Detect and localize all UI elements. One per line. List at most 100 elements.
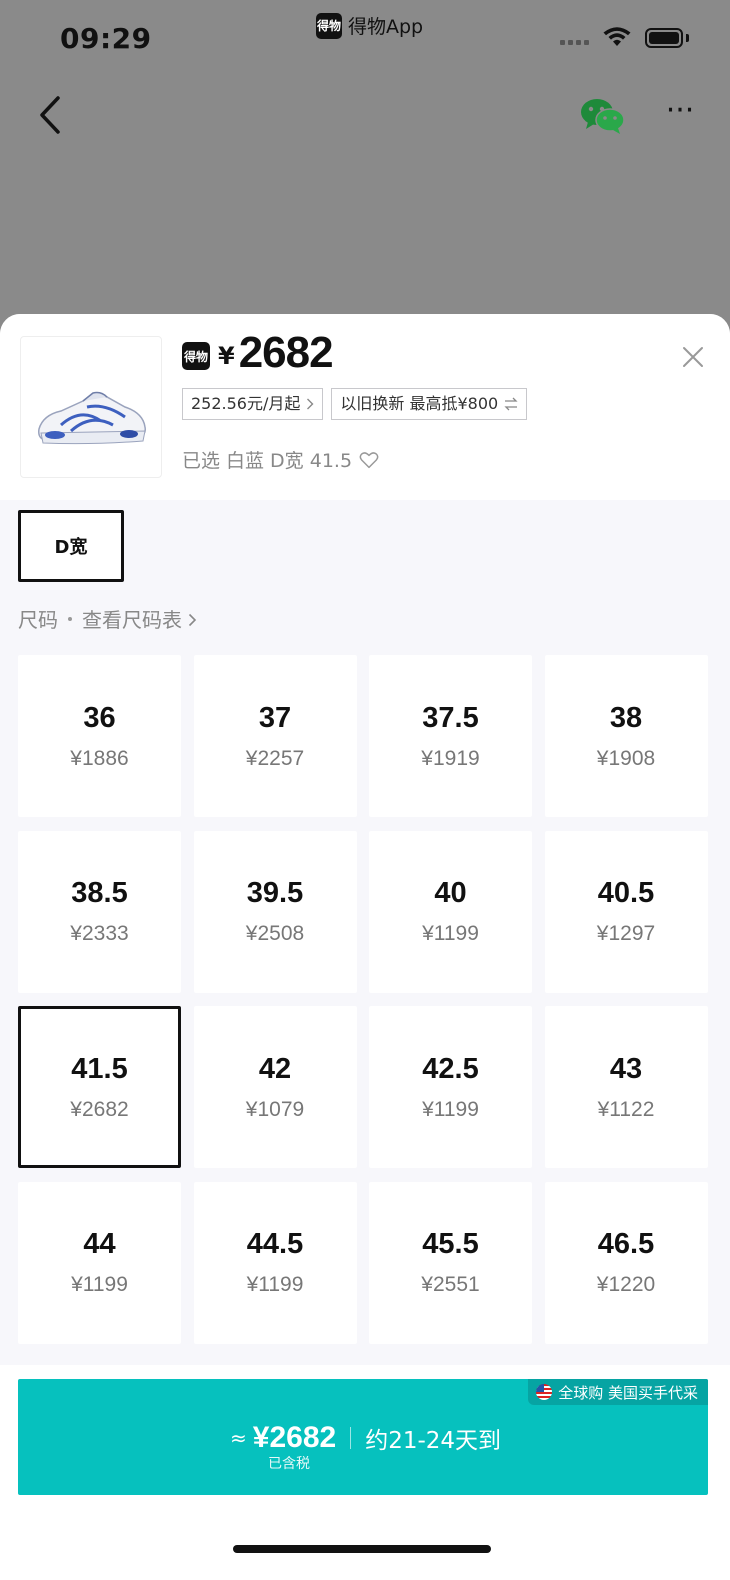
delivery-estimate: 约21-24天到 — [365, 1428, 502, 1454]
tax-included-note: 已含税 — [268, 1456, 310, 1472]
signal-icon — [560, 40, 589, 45]
size-value: 42.5 — [422, 1052, 479, 1085]
more-button[interactable]: ··· — [660, 96, 700, 136]
size-option-39-5[interactable]: 39.5 ¥2508 — [193, 830, 357, 993]
size-option-44-5[interactable]: 44.5 ¥1199 — [193, 1181, 357, 1344]
app-name: 得物App — [348, 16, 424, 38]
size-value: 38 — [609, 701, 643, 734]
app-logo-icon: 得物 — [316, 12, 342, 39]
size-option-37-5[interactable]: 37.5 ¥1919 — [369, 655, 532, 817]
buy-price: ¥2682 — [252, 1421, 337, 1454]
size-price: ¥1199 — [422, 1097, 479, 1121]
sneaker-image — [38, 391, 146, 445]
size-option-40[interactable]: 40 ¥1199 — [369, 830, 532, 993]
price-row: 得物 ¥ 2682 — [182, 328, 334, 378]
chevron-right-icon — [307, 398, 314, 410]
size-value: 37.5 — [422, 701, 479, 734]
width-option-d[interactable]: D宽 — [18, 510, 124, 582]
size-option-41-5[interactable]: 41.5 ¥2682 — [18, 1006, 181, 1168]
size-value: 44.5 — [246, 1228, 304, 1260]
size-value: 36 — [83, 701, 116, 734]
size-price: ¥2333 — [70, 922, 129, 945]
size-option-38[interactable]: 38 ¥1908 — [544, 655, 708, 817]
selected-prefix: 已选 — [182, 450, 221, 472]
trade-in-label: 以旧换新 最高抵¥800 — [340, 394, 499, 413]
installment-label: 252.56元/月起 — [191, 394, 301, 413]
size-option-38-5[interactable]: 38.5 ¥2333 — [18, 830, 181, 993]
dewu-logo-icon: 得物 — [182, 342, 210, 370]
size-price: ¥1220 — [596, 1273, 656, 1296]
size-option-44[interactable]: 44 ¥1199 — [18, 1181, 181, 1344]
size-chart-link[interactable]: 查看尺码表 — [82, 604, 197, 633]
size-price: ¥2508 — [245, 922, 305, 945]
size-value: 42 — [258, 1052, 292, 1085]
size-option-45-5[interactable]: 45.5 ¥2551 — [369, 1181, 532, 1344]
global-badge-label: 全球购 美国买手代采 — [558, 1383, 698, 1402]
promo-tags: 252.56元/月起 以旧换新 最高抵¥800 — [182, 388, 528, 420]
size-price: ¥2551 — [421, 1273, 480, 1296]
size-option-42[interactable]: 42 ¥1079 — [193, 1006, 357, 1168]
battery-icon — [645, 28, 683, 48]
currency-symbol: ¥ — [218, 342, 235, 370]
size-value: 38.5 — [71, 877, 128, 909]
chevron-right-icon — [189, 613, 197, 627]
buy-button[interactable]: 全球购 美国买手代采 ≈ ¥2682 约21-24天到 已含税 — [18, 1379, 708, 1495]
size-price: ¥1199 — [71, 1273, 128, 1296]
size-value: 37 — [258, 701, 292, 734]
buy-button-content: ≈ ¥2682 约21-24天到 — [230, 1421, 501, 1455]
app-indicator: 得物 得物App — [316, 12, 423, 39]
separator-dot — [68, 616, 72, 621]
selected-summary: 已选 白蓝 D宽 41.5 — [182, 446, 380, 473]
approx-symbol: ≈ — [230, 1426, 247, 1450]
global-purchase-badge: 全球购 美国买手代采 — [528, 1379, 708, 1405]
chevron-left-icon — [40, 96, 60, 134]
size-price: ¥2682 — [70, 1097, 129, 1121]
size-value: 40 — [434, 877, 467, 909]
size-option-46-5[interactable]: 46.5 ¥1220 — [544, 1181, 708, 1344]
size-price: ¥1919 — [421, 746, 480, 770]
size-option-36[interactable]: 36 ¥1886 — [18, 655, 181, 817]
wechat-share-button[interactable] — [580, 96, 626, 136]
size-option-42-5[interactable]: 42.5 ¥1199 — [369, 1006, 532, 1168]
size-chart-label: 查看尺码表 — [82, 608, 182, 632]
size-price: ¥1079 — [245, 1097, 305, 1121]
selected-value: 白蓝 D宽 41.5 — [226, 450, 353, 472]
size-value: 43 — [609, 1052, 643, 1085]
swap-icon — [504, 397, 518, 411]
divider — [350, 1427, 352, 1449]
size-value: 39.5 — [246, 877, 304, 909]
size-value: 44 — [83, 1228, 116, 1260]
status-time: 09:29 — [60, 22, 152, 55]
size-value: 45.5 — [422, 1228, 479, 1260]
size-price: ¥1908 — [596, 746, 656, 770]
size-price: ¥1297 — [596, 922, 656, 945]
size-label: 尺码 — [18, 608, 58, 632]
size-price: ¥1886 — [70, 746, 129, 770]
sheet-header: 得物 ¥ 2682 252.56元/月起 以旧换新 最高抵¥800 已选 白蓝 … — [0, 314, 730, 500]
close-button[interactable] — [680, 344, 706, 370]
product-thumbnail — [20, 336, 162, 478]
size-option-43[interactable]: 43 ¥1122 — [544, 1006, 708, 1168]
size-price: ¥1122 — [597, 1097, 655, 1121]
status-bar: 09:29 得物 得物App — [0, 0, 730, 70]
size-option-40-5[interactable]: 40.5 ¥1297 — [544, 830, 708, 993]
size-price: ¥1199 — [246, 1273, 304, 1296]
options-panel: D宽 尺码 查看尺码表 36 ¥1886 37 ¥2257 37.5 ¥1919 38 ¥19… — [0, 500, 730, 1365]
us-flag-icon — [536, 1384, 553, 1400]
size-value: 40.5 — [597, 877, 655, 909]
heart-icon[interactable] — [358, 449, 380, 471]
installment-tag[interactable]: 252.56元/月起 — [182, 388, 324, 420]
home-indicator — [233, 1545, 491, 1553]
size-price: ¥1199 — [422, 922, 479, 945]
trade-in-tag[interactable]: 以旧换新 最高抵¥800 — [331, 388, 528, 420]
size-option-37[interactable]: 37 ¥2257 — [193, 655, 357, 817]
size-value: 41.5 — [71, 1052, 128, 1085]
size-section-header: 尺码 查看尺码表 — [18, 604, 197, 633]
product-price: 2682 — [238, 328, 334, 377]
wechat-icon — [581, 99, 625, 134]
size-price: ¥2257 — [245, 746, 305, 770]
back-button[interactable] — [34, 94, 70, 138]
wifi-icon — [603, 27, 631, 46]
close-icon — [683, 347, 703, 367]
top-nav: ··· — [0, 80, 730, 152]
